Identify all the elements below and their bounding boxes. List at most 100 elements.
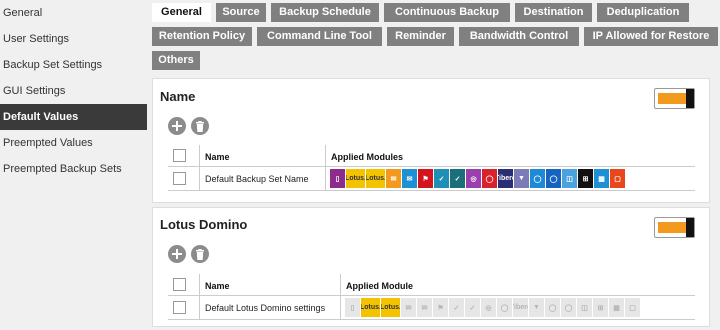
column-header-name: Name (205, 152, 230, 162)
tab-destination[interactable]: Destination (515, 3, 592, 22)
database-icon: ◎ (466, 169, 481, 188)
column-divider (340, 296, 341, 319)
lotus-domino-table: Name Applied Module Default Lotus Domino… (168, 274, 695, 322)
windows-icon: ⊞ (578, 169, 593, 188)
system-image-icon: ▦ (594, 169, 609, 188)
sidebar-item-backup-set-settings[interactable]: Backup Set Settings (0, 52, 147, 78)
tab-command-line-tool[interactable]: Command Line Tool (257, 27, 382, 46)
mail-icon: ✉ (417, 298, 432, 317)
column-divider (325, 145, 326, 166)
row-name: Default Lotus Domino settings (205, 303, 326, 313)
plus-icon (172, 249, 182, 259)
plus-icon (172, 121, 182, 131)
windows-icon: ⊞ (593, 298, 608, 317)
toggle-knob (686, 89, 694, 108)
column-divider (325, 167, 326, 190)
select-all-checkbox[interactable] (173, 149, 186, 162)
column-divider (199, 167, 200, 190)
trash-icon (196, 120, 204, 132)
tab-source[interactable]: Source (216, 3, 266, 22)
tab-retention-policy[interactable]: Retention Policy (152, 27, 252, 46)
toggle-knob (686, 218, 694, 237)
table-header-row: Name Applied Modules (168, 145, 695, 167)
cloud-icon: ◫ (577, 298, 592, 317)
mysql-icon: ✓ (449, 298, 464, 317)
column-header-applied-modules: Applied Modules (331, 152, 403, 162)
lotus-domino-icon: Lotus. (346, 169, 365, 188)
tab-general[interactable]: General (152, 3, 211, 22)
name-toggle-switch[interactable] (654, 88, 695, 109)
file-icon: ▯ (345, 298, 360, 317)
row-name: Default Backup Set Name (205, 174, 309, 184)
tab-others[interactable]: Others (152, 51, 200, 70)
name-panel: Name Name Applied Modules Default Backup… (152, 78, 710, 203)
office365-icon: ▢ (610, 169, 625, 188)
delete-button[interactable] (191, 117, 209, 135)
system-image-icon: ▦ (609, 298, 624, 317)
lotus-domino-panel: Lotus Domino Name Applied Module Default… (152, 207, 710, 327)
column-divider (199, 296, 200, 319)
sidebar: General User Settings Backup Set Setting… (0, 0, 147, 330)
hyperv-icon: ◯ (546, 169, 561, 188)
toggle-fill (658, 222, 686, 233)
exchange-icon: ✉ (401, 298, 416, 317)
cloud-icon: ◫ (562, 169, 577, 188)
sidebar-item-preempted-backup-sets[interactable]: Preempted Backup Sets (0, 156, 147, 182)
tab-continuous-backup[interactable]: Continuous Backup (384, 3, 510, 22)
column-divider (199, 145, 200, 166)
column-divider (199, 274, 200, 295)
lotus-domino-icon: Lotus. (361, 298, 380, 317)
tab-ip-allowed-for-restore[interactable]: IP Allowed for Restore (584, 27, 718, 46)
add-button[interactable] (168, 245, 186, 263)
tab-bandwidth-control[interactable]: Bandwidth Control (459, 27, 579, 46)
column-header-name: Name (205, 281, 230, 291)
sidebar-item-default-values[interactable]: Default Values (0, 104, 147, 130)
ms-sql-icon: ✓ (465, 298, 480, 317)
sidebar-item-general[interactable]: General (0, 0, 147, 26)
toggle-fill (658, 93, 686, 104)
sql-server-icon: ⚑ (433, 298, 448, 317)
tab-deduplication[interactable]: Deduplication (597, 3, 689, 22)
sidebar-item-gui-settings[interactable]: GUI Settings (0, 78, 147, 104)
shield-icon: ▼ (529, 298, 544, 317)
applied-modules-icons: ▯Lotus.Lotus.✉✉⚑✓✓◎◯Tibero▼◯◯◫⊞▦▢ (330, 169, 626, 188)
mail-icon: ✉ (402, 169, 417, 188)
mysql-icon: ✓ (434, 169, 449, 188)
oracle-icon: ◯ (482, 169, 497, 188)
trash-icon (196, 248, 204, 260)
exchange-icon: ✉ (386, 169, 401, 188)
table-row[interactable]: Default Backup Set Name ▯ Lotus. Lotus. ✉ ✉ ⚑… (168, 167, 695, 191)
oracle-icon: ◯ (497, 298, 512, 317)
panel-title-name: Name (160, 89, 196, 104)
tibero-icon: Tibero (513, 298, 528, 317)
select-all-checkbox[interactable] (173, 278, 186, 291)
lotus-notes-icon: Lotus. (381, 298, 400, 317)
lotus-domino-toggle-switch[interactable] (654, 217, 695, 238)
row-checkbox[interactable] (173, 172, 186, 185)
hyperv-icon: ◯ (561, 298, 576, 317)
column-divider (340, 274, 341, 295)
tab-reminder[interactable]: Reminder (387, 27, 454, 46)
tibero-icon: Tibero (498, 169, 513, 188)
tab-backup-schedule[interactable]: Backup Schedule (271, 3, 379, 22)
row-checkbox[interactable] (173, 301, 186, 314)
sql-server-icon: ⚑ (418, 169, 433, 188)
vmware-icon: ◯ (545, 298, 560, 317)
ms-sql-icon: ✓ (450, 169, 465, 188)
column-header-applied-module: Applied Module (346, 281, 413, 291)
database-icon: ◎ (481, 298, 496, 317)
applied-module-icons: ▯Lotus.Lotus.✉✉⚑✓✓◎◯Tibero▼◯◯◫⊞▦▢ (345, 298, 641, 317)
shield-icon: ▼ (514, 169, 529, 188)
delete-button[interactable] (191, 245, 209, 263)
panel-title-lotus-domino: Lotus Domino (160, 217, 248, 232)
sidebar-item-user-settings[interactable]: User Settings (0, 26, 147, 52)
file-icon: ▯ (330, 169, 345, 188)
vmware-icon: ◯ (530, 169, 545, 188)
table-row[interactable]: Default Lotus Domino settings ▯ Lotus. Lot… (168, 296, 695, 320)
name-table: Name Applied Modules Default Backup Set … (168, 145, 695, 193)
lotus-notes-icon: Lotus. (366, 169, 385, 188)
office365-icon: ▢ (625, 298, 640, 317)
add-button[interactable] (168, 117, 186, 135)
sidebar-item-preempted-values[interactable]: Preempted Values (0, 130, 147, 156)
table-header-row: Name Applied Module (168, 274, 695, 296)
